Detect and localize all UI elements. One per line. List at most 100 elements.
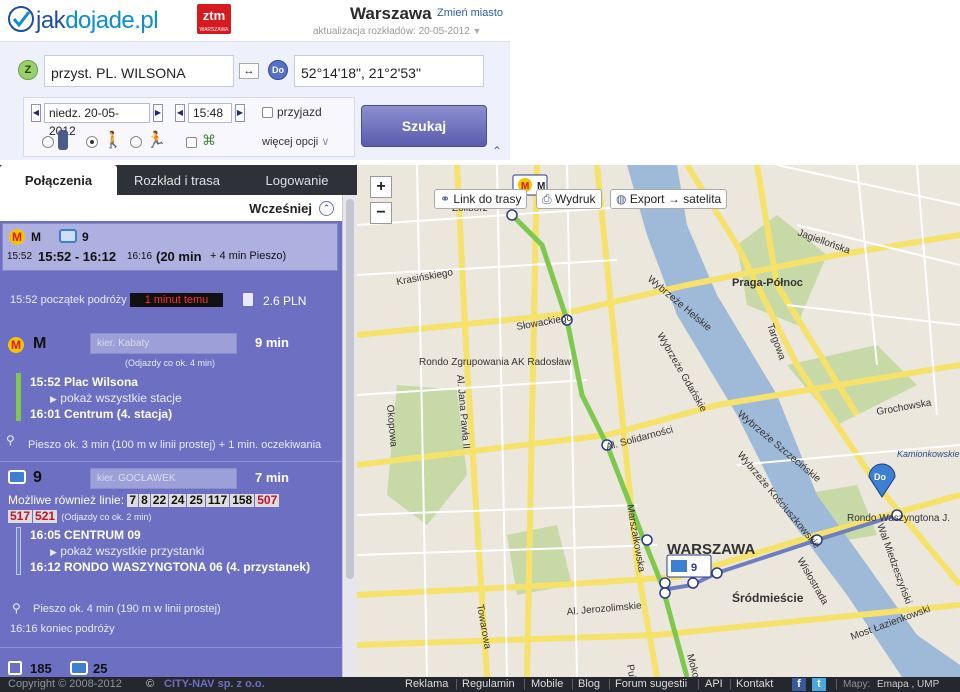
- ago-badge: 1 minut temu: [130, 293, 223, 307]
- tram-icon: [59, 229, 77, 243]
- tram-marker: 9: [666, 554, 712, 578]
- seg2-show-all[interactable]: ▶ pokaż wszystkie przystanki: [50, 544, 204, 558]
- mode-radio-3[interactable]: [130, 136, 142, 148]
- walk1-text: Pieszo ok. 3 min (100 m w linii prostej)…: [28, 439, 322, 451]
- seg1-show-all-text: pokaż wszystkie stacje: [60, 391, 182, 405]
- mode-radio-1[interactable]: [42, 136, 54, 148]
- selected-range: 15:52 - 16:12: [38, 249, 117, 264]
- seg2-to-time: 16:12 RONDO WASZYNGTONA 06: [30, 560, 223, 574]
- collapse-icon[interactable]: ⌃: [492, 144, 502, 158]
- person-bag-icon: [58, 130, 68, 150]
- maps-by: Emapa , UMP: [877, 679, 940, 690]
- price: 2.6 PLN: [263, 294, 307, 308]
- ztm-logo[interactable]: ztm WARSZAWA: [197, 4, 231, 34]
- date-prev-arrow[interactable]: ◀: [31, 104, 41, 122]
- line-badge[interactable]: 8: [139, 494, 150, 507]
- date-input[interactable]: niedz. 20-05-2012: [44, 103, 150, 138]
- facebook-icon[interactable]: f: [792, 678, 806, 691]
- date-next-arrow[interactable]: ▶: [153, 104, 163, 122]
- seg2-also-2: 517 521 (Odjazdy co ok. 2 min): [8, 509, 151, 523]
- footer-link-reklama[interactable]: Reklama: [405, 677, 448, 692]
- more-options-text: więcej opcji: [262, 136, 319, 148]
- time-next-arrow[interactable]: ▶: [235, 104, 245, 122]
- time-input[interactable]: 15:48: [188, 103, 232, 123]
- logo-prefix: jak: [36, 7, 66, 34]
- swap-icon[interactable]: ↔: [239, 63, 259, 79]
- selected-connection[interactable]: M M 9 15:52 15:52 - 16:12 16:16 (20 min …: [2, 223, 338, 271]
- line-badge[interactable]: 22: [150, 494, 169, 507]
- seg1-line: M: [33, 335, 47, 352]
- export-button-text: Export → satelita: [629, 192, 722, 206]
- line-badge[interactable]: 117: [205, 494, 230, 507]
- results-scrollbar[interactable]: [342, 195, 357, 677]
- link-button[interactable]: ⚭ Link do trasy: [434, 189, 528, 209]
- footer-link-mobile[interactable]: Mobile: [531, 677, 563, 692]
- zoom-in-button[interactable]: +: [370, 176, 392, 198]
- chevron-up-icon[interactable]: ⌃: [319, 201, 334, 216]
- line-badge[interactable]: 507: [255, 494, 280, 507]
- seg2-to-note: (4. przystanek): [226, 560, 311, 574]
- tab-bar: Połączenia Rozkład i trasa Logowanie: [0, 165, 357, 195]
- seg1-freq: (Odjazdy co ok. 4 min): [125, 358, 216, 368]
- tram-marker-text: 9: [691, 562, 697, 574]
- footer-link-blog[interactable]: Blog: [578, 677, 600, 692]
- arrival-checkbox[interactable]: [262, 107, 273, 118]
- more-options-link[interactable]: więcej opcji ∨: [262, 135, 329, 148]
- search-button[interactable]: Szukaj: [361, 105, 487, 147]
- seg1-to-time: 16:01 Centrum: [30, 407, 114, 421]
- line-badge[interactable]: 7: [127, 494, 139, 507]
- time-prev-arrow[interactable]: ◀: [175, 104, 185, 122]
- seg1-to: 16:01 Centrum (4. stacja): [30, 407, 172, 421]
- footer-sep: |: [729, 678, 732, 690]
- next-line2: 25: [93, 661, 108, 676]
- label-rondo-ak: Rondo Zgrupowania AK Radosław: [419, 357, 572, 368]
- line-badge[interactable]: 25: [187, 494, 205, 507]
- tab-login[interactable]: Logowanie: [237, 165, 357, 195]
- footer-link-forum[interactable]: Forum sugestii: [615, 677, 687, 692]
- divider: [0, 647, 342, 648]
- line-badge[interactable]: 517: [8, 510, 33, 523]
- footer-sep: |: [571, 678, 574, 690]
- to-input[interactable]: 52°14'18", 21°2'53": [294, 55, 484, 87]
- footer-link-kontakt[interactable]: Kontakt: [736, 677, 773, 692]
- tab-schedule[interactable]: Rozkład i trasa: [117, 165, 237, 195]
- line-badge[interactable]: 24: [169, 494, 187, 507]
- export-button[interactable]: ◍ Export → satelita: [610, 189, 728, 209]
- logo-rest: dojade.pl: [65, 7, 159, 34]
- seg2-line: 9: [33, 469, 42, 486]
- change-city-link[interactable]: Zmień miasto: [437, 7, 503, 19]
- print-button[interactable]: ⎙ Wydruk: [536, 189, 602, 209]
- seg1-show-all[interactable]: ▶ pokaż wszystkie stacje: [50, 391, 182, 405]
- metro-icon: M: [9, 229, 25, 245]
- from-input[interactable]: przyst. PL. WILSONA: [44, 55, 234, 87]
- label-srodmiescie: Śródmieście: [732, 590, 804, 605]
- footer-link-api[interactable]: API: [705, 677, 723, 692]
- footer-link-regulamin[interactable]: Regulamin: [462, 677, 515, 692]
- footer-sep: |: [523, 678, 526, 690]
- line-badge[interactable]: 158: [230, 494, 255, 507]
- end-text: 16:16 koniec podróży: [10, 623, 115, 635]
- mode-radio-2[interactable]: [86, 136, 98, 148]
- ztm-logo-text: ztm: [202, 8, 226, 23]
- seg1-duration: 9 min: [255, 335, 289, 350]
- line-badge[interactable]: 521: [33, 510, 58, 523]
- earlier-link[interactable]: Wcześniej: [0, 195, 342, 221]
- update-info-text: aktualizacja rozkładów: 20-05-2012: [313, 26, 470, 37]
- bike-checkbox[interactable]: [186, 137, 197, 148]
- map[interactable]: Zoliborz Praga-Północ WARSZAWA Śródmieśc…: [357, 165, 960, 677]
- company-link[interactable]: CITY-NAV sp. z o.o.: [164, 677, 265, 692]
- update-info[interactable]: aktualizacja rozkładów: 20-05-2012 ▼: [313, 26, 481, 37]
- zoom-out-button[interactable]: −: [370, 202, 392, 224]
- copyright: Copyright © 2008-2012: [8, 678, 122, 690]
- footer-sep: |: [455, 678, 458, 690]
- to-badge: Do: [268, 60, 288, 80]
- route-icon: ⌘: [202, 132, 216, 148]
- twitter-icon[interactable]: t: [812, 678, 826, 691]
- tab-connections[interactable]: Połączenia: [0, 165, 117, 195]
- selected-start-small: 15:52: [7, 251, 33, 262]
- seg2-bar: [16, 527, 21, 575]
- metro-icon: M: [8, 337, 24, 353]
- jakdojade-logo[interactable]: jakdojade.pl: [6, 4, 159, 35]
- map-canvas[interactable]: Zoliborz Praga-Północ WARSZAWA Śródmieśc…: [357, 165, 960, 677]
- print-icon: ⎙: [542, 192, 552, 206]
